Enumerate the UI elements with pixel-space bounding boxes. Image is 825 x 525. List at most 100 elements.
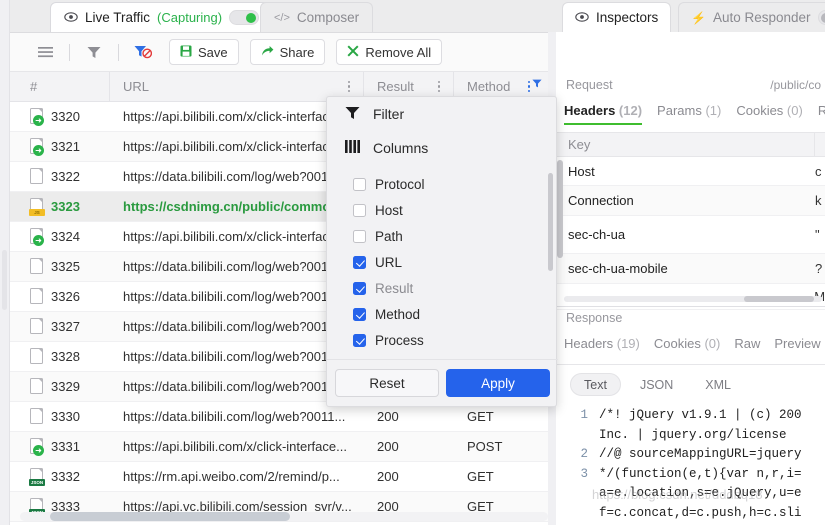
request-header-value: ? — [815, 261, 822, 276]
checkbox-icon[interactable] — [353, 204, 366, 217]
column-option-host[interactable]: Host — [327, 197, 558, 223]
column-header-id-label: # — [10, 79, 109, 94]
checkbox-icon[interactable] — [353, 334, 366, 347]
column-option-label: Host — [375, 203, 403, 218]
left-rail — [0, 0, 10, 525]
code-text: Inc. | jquery.org/license — [599, 428, 787, 442]
request-header-value: c — [815, 164, 822, 179]
share-button-label: Share — [280, 45, 315, 60]
tab-inspectors[interactable]: Inspectors — [562, 2, 671, 32]
response-subtab-cookies[interactable]: Cookies (0) — [654, 336, 720, 356]
request-header-value: " — [815, 227, 820, 242]
request-header-row[interactable]: Hostc — [556, 157, 825, 186]
row-id-label: 3324 — [51, 229, 80, 244]
save-button[interactable]: Save — [169, 39, 239, 65]
floppy-icon — [180, 45, 192, 60]
column-option-client-ip[interactable]: Client IP — [327, 353, 558, 358]
request-header-key: sec-ch-ua-mobile — [556, 261, 815, 276]
code-text: //@ sourceMappingURL=jquery — [599, 447, 802, 461]
checkbox-icon[interactable] — [353, 308, 366, 321]
request-subtabs: Headers (12) Params (1) Cookies (0) Ra — [564, 103, 825, 125]
table-row[interactable]: JSON3332https://rm.api.weibo.com/2/remin… — [10, 462, 548, 492]
request-arrow-icon: ➜ — [30, 228, 44, 245]
request-subtab-cookies[interactable]: Cookies (0) — [736, 103, 802, 125]
tab-live-traffic[interactable]: Live Traffic (Capturing) — [50, 2, 273, 32]
row-id-cell: ➜3321 — [10, 138, 110, 155]
request-header-row[interactable]: sec-ch-ua-mobile? — [556, 254, 825, 284]
column-header-id[interactable]: # — [10, 72, 110, 102]
request-arrow-icon: ➜ — [30, 438, 44, 455]
menu-item-columns-label: Columns — [373, 140, 428, 156]
format-pill-json[interactable]: JSON — [627, 373, 686, 396]
row-result-cell: 200 — [364, 469, 454, 484]
request-header-value: k — [815, 193, 822, 208]
menu-item-columns[interactable]: Columns — [327, 131, 556, 165]
row-method-cell: GET — [454, 469, 548, 484]
checkbox-icon[interactable] — [353, 178, 366, 191]
column-menu-url-icon[interactable] — [340, 81, 358, 93]
format-pill-xml[interactable]: XML — [692, 373, 744, 396]
clear-filter-icon[interactable] — [128, 39, 158, 65]
row-url-cell: https://data.bilibili.com/log/web?0011..… — [110, 409, 364, 424]
menu-item-filter-label: Filter — [373, 106, 404, 122]
apply-button[interactable]: Apply — [446, 369, 550, 397]
format-pill-text[interactable]: Text — [570, 373, 621, 396]
code-icon: </> — [274, 12, 290, 24]
response-subtab-raw[interactable]: Raw — [734, 336, 760, 356]
response-subtabs: Headers (19) Cookies (0) Raw Preview — [564, 336, 821, 356]
request-arrow-icon: ➜ — [33, 235, 44, 246]
capture-toggle[interactable] — [229, 10, 259, 25]
request-header-key: Host — [556, 164, 815, 179]
file-icon — [30, 378, 44, 395]
column-option-result[interactable]: Result — [327, 275, 558, 301]
traffic-hscrollbar-thumb[interactable] — [50, 512, 290, 521]
response-subtab-headers[interactable]: Headers (19) — [564, 336, 640, 356]
columns-option-list[interactable]: Protocol Host PathURLResultMethodProcessCl… — [327, 171, 558, 358]
reset-button[interactable]: Reset — [335, 369, 439, 397]
tab-auto-responder[interactable]: ⚡ Auto Responder — [678, 2, 825, 32]
column-option-method[interactable]: Method — [327, 301, 558, 327]
filter-icon[interactable] — [79, 39, 109, 65]
file-icon: JSON — [30, 468, 44, 485]
response-body-code[interactable]: 1/*! jQuery v1.9.1 | (c) 2000Inc. | jque… — [566, 406, 825, 525]
file-icon — [30, 288, 44, 305]
traffic-hscrollbar[interactable] — [20, 512, 548, 521]
column-option-protocol[interactable]: Protocol — [327, 171, 558, 197]
row-id-label: 3322 — [51, 169, 80, 184]
bolt-icon: ⚡ — [691, 11, 706, 25]
column-option-path[interactable]: Path — [327, 223, 558, 249]
left-rail-handle[interactable] — [2, 250, 7, 310]
code-line: 2 //@ sourceMappingURL=jquery — [566, 445, 825, 465]
request-subtab-headers[interactable]: Headers (12) — [564, 103, 642, 125]
column-option-url[interactable]: URL — [327, 249, 558, 275]
request-headers-hscrollbar[interactable] — [564, 296, 822, 302]
row-id-cell: 3326 — [10, 288, 110, 305]
tab-composer[interactable]: </> Composer — [260, 2, 373, 32]
line-number: 2 — [566, 445, 588, 465]
column-filter-active-icon[interactable] — [532, 76, 542, 91]
request-header-row[interactable]: Connectionk — [556, 186, 825, 216]
request-subtab-params[interactable]: Params (1) — [657, 103, 721, 125]
row-id-label: 3331 — [51, 439, 80, 454]
table-row[interactable]: ➜3331https://api.bilibili.com/x/click-in… — [10, 432, 548, 462]
request-header-row[interactable]: sec-ch-ua" — [556, 216, 825, 254]
menu-icon[interactable] — [30, 39, 60, 65]
checkbox-icon[interactable] — [353, 256, 366, 269]
count-label: (1) — [705, 103, 721, 118]
response-section-title: Response — [566, 311, 622, 325]
remove-all-button[interactable]: Remove All — [336, 39, 442, 65]
column-option-label: Protocol — [375, 177, 425, 192]
column-menu-result-icon[interactable] — [430, 81, 448, 93]
request-subtab-ra[interactable]: Ra — [818, 103, 825, 125]
menu-item-filter[interactable]: Filter — [327, 97, 556, 131]
auto-responder-toggle[interactable] — [818, 10, 825, 25]
row-id-cell: 3325 — [10, 258, 110, 275]
checkbox-icon[interactable] — [353, 282, 366, 295]
columns-menu-scrollbar[interactable] — [548, 173, 553, 271]
share-button[interactable]: Share — [250, 39, 326, 65]
capturing-status: (Capturing) — [157, 10, 222, 25]
response-subtab-preview[interactable]: Preview — [774, 336, 820, 356]
checkbox-icon[interactable] — [353, 230, 366, 243]
column-option-process[interactable]: Process — [327, 327, 558, 353]
row-url-cell: https://rm.api.weibo.com/2/remind/p... — [110, 469, 364, 484]
